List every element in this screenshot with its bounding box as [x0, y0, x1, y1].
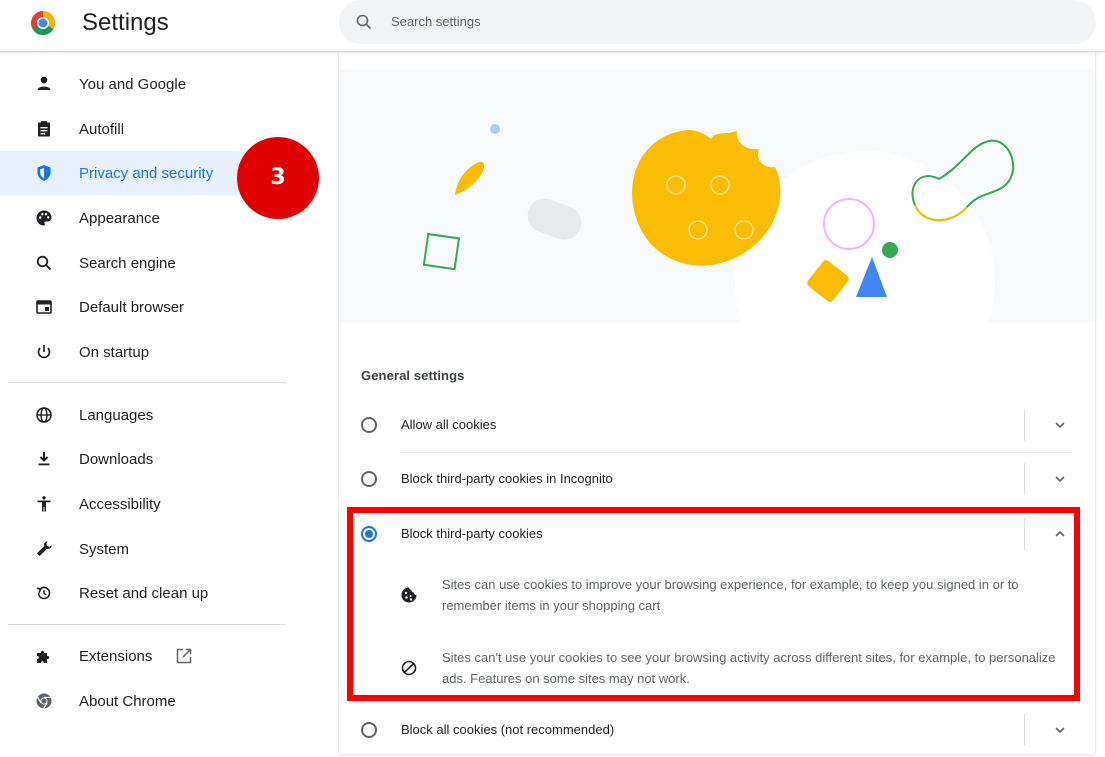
- sidebar-item-search-engine[interactable]: Search engine: [0, 241, 290, 285]
- vertical-divider: [1024, 518, 1025, 550]
- step-number: 3: [270, 165, 286, 190]
- sidebar-item-label: You and Google: [79, 76, 187, 93]
- sidebar-item-label: Downloads: [79, 451, 154, 468]
- puzzle-icon: [37, 650, 50, 663]
- sidebar-divider: [8, 382, 286, 383]
- option-label: Block third-party cookies: [401, 526, 543, 541]
- chrome-logo-icon: [31, 10, 56, 36]
- cookie-option-block-all[interactable]: Block all cookies (not recommended): [339, 703, 1095, 757]
- sidebar-item-you-and-google[interactable]: You and Google: [0, 62, 290, 106]
- restore-icon: [36, 586, 51, 600]
- chevron-down-icon[interactable]: [1052, 471, 1068, 487]
- download-icon: [38, 452, 50, 466]
- sidebar-item-label: Privacy and security: [79, 165, 214, 182]
- sidebar-item-label: System: [79, 541, 130, 558]
- option-label: Block all cookies (not recommended): [401, 722, 615, 737]
- radio-button[interactable]: [361, 471, 377, 487]
- chevron-down-icon[interactable]: [1052, 722, 1068, 738]
- sidebar-item-label: On startup: [79, 344, 150, 361]
- option-label: Allow all cookies: [401, 417, 497, 432]
- sidebar-item-label: Appearance: [79, 210, 160, 227]
- person-icon: [37, 76, 51, 90]
- sidebar-item-default-browser[interactable]: Default browser: [0, 285, 290, 329]
- search-input[interactable]: Search settings: [339, 0, 1096, 44]
- option-detail-text: Sites can't use your cookies to see your…: [442, 650, 1056, 686]
- open-in-new-icon: [176, 648, 192, 664]
- power-icon: [37, 345, 51, 359]
- block-icon: [401, 660, 417, 676]
- sidebar-item-extensions[interactable]: Extensions: [0, 634, 290, 678]
- option-label: Block third-party cookies in Incognito: [401, 471, 613, 486]
- cookies-illustration: [339, 69, 1095, 322]
- sidebar-item-reset-and-clean-up[interactable]: Reset and clean up: [0, 571, 290, 615]
- search-icon: [36, 255, 52, 271]
- sidebar-item-about-chrome[interactable]: About Chrome: [0, 679, 290, 723]
- radio-button-selected[interactable]: [361, 526, 377, 542]
- sidebar-item-label: Languages: [79, 407, 154, 424]
- cookie-option-allow-all[interactable]: Allow all cookies: [339, 398, 1095, 452]
- accessibility-icon: [37, 496, 51, 512]
- cookie-icon: [401, 587, 417, 603]
- wrench-icon: [37, 541, 52, 556]
- sidebar-item-downloads[interactable]: Downloads: [0, 437, 290, 481]
- page-title: Settings: [82, 9, 169, 36]
- cookie-option-block-third-party[interactable]: Block third-party cookies: [339, 507, 1095, 561]
- sidebar-item-label: Autofill: [79, 121, 125, 138]
- option-detail-text: Sites can use cookies to improve your br…: [442, 577, 1019, 613]
- search-placeholder: Search settings: [391, 14, 481, 29]
- sidebar-item-on-startup[interactable]: On startup: [0, 330, 290, 374]
- globe-icon: [36, 407, 52, 423]
- chevron-down-icon[interactable]: [1052, 417, 1068, 433]
- chevron-up-icon[interactable]: [1052, 526, 1068, 542]
- radio-button[interactable]: [361, 722, 377, 738]
- sidebar-item-autofill[interactable]: Autofill: [0, 107, 290, 151]
- toolbar: Settings Search settings: [0, 0, 1105, 52]
- cookie-illustration-graphic: [422, 124, 1015, 322]
- vertical-divider: [1024, 463, 1025, 495]
- shield-icon: [37, 165, 51, 181]
- clipboard-icon: [38, 121, 50, 137]
- sidebar-item-label: Default browser: [79, 299, 185, 316]
- vertical-divider: [1024, 409, 1025, 441]
- sidebar-item-label: Reset and clean up: [79, 585, 209, 602]
- sidebar-item-label: Extensions: [79, 648, 153, 665]
- sidebar-item-label: Accessibility: [79, 496, 161, 513]
- sidebar-item-system[interactable]: System: [0, 527, 290, 571]
- cookie-option-block-third-party-incognito[interactable]: Block third-party cookies in Incognito: [339, 452, 1095, 506]
- sidebar-item-accessibility[interactable]: Accessibility: [0, 482, 290, 526]
- general-settings-heading: General settings: [361, 368, 465, 383]
- step-number-badge: 3: [237, 137, 319, 219]
- sidebar-item-label: About Chrome: [79, 693, 176, 710]
- search-icon: [356, 14, 372, 30]
- sidebar-item-label: Search engine: [79, 255, 176, 272]
- sidebar-divider: [8, 624, 286, 625]
- vertical-divider: [1024, 714, 1025, 746]
- chrome-icon: [36, 693, 52, 709]
- radio-button[interactable]: [361, 417, 377, 433]
- palette-icon: [36, 210, 52, 226]
- sidebar-item-languages[interactable]: Languages: [0, 393, 290, 437]
- cookies-settings-card: General settings Allow all cookies Block…: [339, 52, 1095, 754]
- browser-window-icon: [36, 300, 52, 314]
